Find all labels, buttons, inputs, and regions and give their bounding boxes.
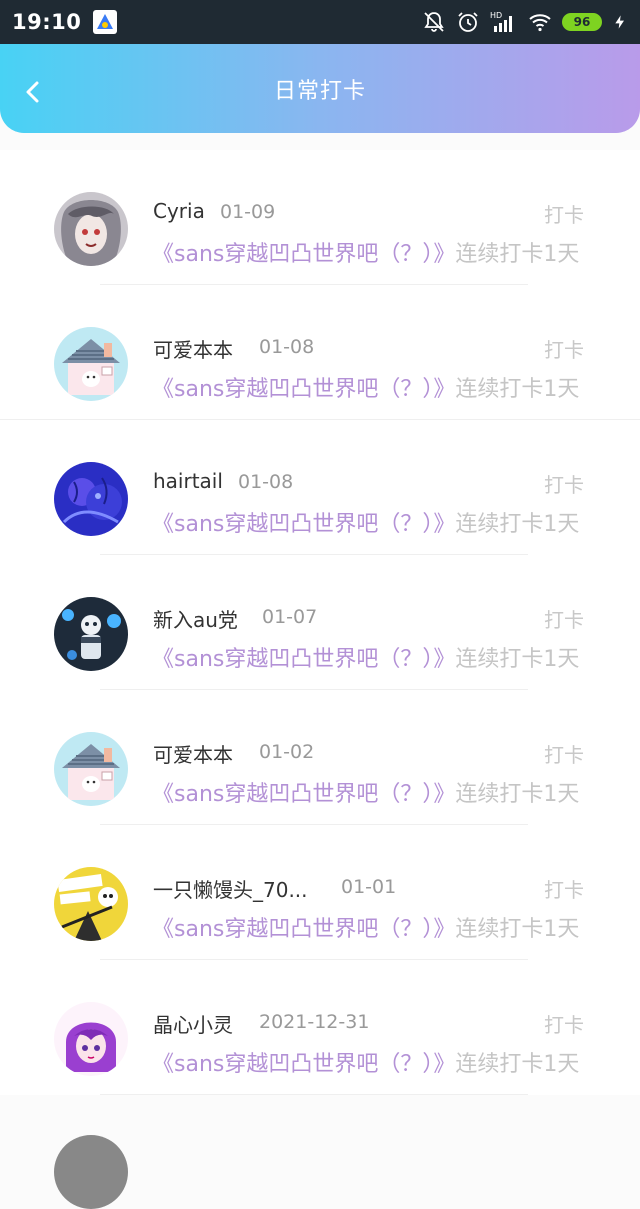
checkin-content: 《sans穿越凹凸世界吧（？）》连续打卡1天 [152,911,579,943]
checkin-content: 《sans穿越凹凸世界吧（？）》连续打卡1天 [152,776,579,808]
wifi-icon [529,14,551,32]
user-name[interactable]: 新入au党 [153,604,238,633]
streak-text: 连续打卡1天 [455,242,580,267]
status-icons: HD 96 [422,10,628,34]
user-name[interactable]: 可爱本本 [153,334,233,363]
topic-link[interactable]: 《sans穿越凹凸世界吧（？）》 [152,647,455,672]
page-header: 日常打卡 [0,44,640,133]
list-item[interactable]: 晶心小灵 2021-12-31 打卡 《sans穿越凹凸世界吧（？）》连续打卡1… [0,960,640,1095]
streak-text: 连续打卡1天 [455,917,580,942]
checkin-date: 01-08 [238,471,294,493]
checkin-content: 《sans穿越凹凸世界吧（？）》连续打卡1天 [152,506,579,538]
status-bar: 19:10 HD 96 [0,0,640,44]
checkin-list: Cyria 01-09 打卡 《sans穿越凹凸世界吧（？）》连续打卡1天 可爱… [0,150,640,1095]
topic-link[interactable]: 《sans穿越凹凸世界吧（？）》 [152,512,455,537]
checkin-date: 2021-12-31 [259,1011,370,1033]
app-badge-icon [93,10,118,34]
page-title: 日常打卡 [273,78,366,104]
battery-level: 96 [573,15,591,29]
streak-text: 连续打卡1天 [455,782,580,807]
list-item[interactable]: hairtail 01-08 打卡 《sans穿越凹凸世界吧（？）》连续打卡1天 [0,420,640,555]
topic-link[interactable]: 《sans穿越凹凸世界吧（？）》 [152,917,455,942]
user-name[interactable]: 一只懒馒头_70... [153,874,308,903]
charging-icon [615,15,624,29]
checkin-date: 01-08 [259,336,315,358]
checkin-action-label: 打卡 [544,608,584,632]
avatar[interactable] [54,462,128,536]
avatar[interactable] [54,1002,128,1076]
streak-text: 连续打卡1天 [455,512,580,537]
checkin-action-label: 打卡 [544,743,584,767]
topic-link[interactable]: 《sans穿越凹凸世界吧（？）》 [152,1052,455,1077]
topic-link[interactable]: 《sans穿越凹凸世界吧（？）》 [152,782,455,807]
checkin-date: 01-07 [262,606,318,628]
checkin-content: 《sans穿越凹凸世界吧（？）》连续打卡1天 [152,641,579,673]
battery-icon: 96 [562,13,602,31]
checkin-action-label: 打卡 [544,203,584,227]
topic-link[interactable]: 《sans穿越凹凸世界吧（？）》 [152,377,455,402]
list-item[interactable]: 可爱本本 01-08 打卡 《sans穿越凹凸世界吧（？）》连续打卡1天 [0,285,640,420]
avatar[interactable] [54,192,128,266]
checkin-date: 01-02 [259,741,315,763]
user-name[interactable]: 晶心小灵 [153,1009,233,1038]
checkin-action-label: 打卡 [544,338,584,362]
list-item[interactable]: 新入au党 01-07 打卡 《sans穿越凹凸世界吧（？）》连续打卡1天 [0,555,640,690]
checkin-action-label: 打卡 [544,1013,584,1037]
checkin-action-label: 打卡 [544,473,584,497]
status-time: 19:10 [12,10,82,34]
checkin-content: 《sans穿越凹凸世界吧（？）》连续打卡1天 [152,1046,579,1078]
avatar[interactable] [54,732,128,806]
streak-text: 连续打卡1天 [455,1052,580,1077]
back-button[interactable] [22,80,46,104]
streak-text: 连续打卡1天 [455,377,580,402]
signal-icon: HD [490,11,512,32]
checkin-date: 01-09 [220,201,276,223]
streak-text: 连续打卡1天 [455,647,580,672]
network-type-label: HD [490,11,502,20]
list-item[interactable]: 可爱本本 01-02 打卡 《sans穿越凹凸世界吧（？）》连续打卡1天 [0,690,640,825]
checkin-action-label: 打卡 [544,878,584,902]
list-item[interactable]: 一只懒馒头_70... 01-01 打卡 《sans穿越凹凸世界吧（？）》连续打… [0,825,640,960]
avatar[interactable] [54,1135,128,1209]
user-name[interactable]: 可爱本本 [153,739,233,768]
avatar[interactable] [54,327,128,401]
alarm-icon [458,12,478,32]
checkin-date: 01-01 [341,876,397,898]
list-item[interactable]: Cyria 01-09 打卡 《sans穿越凹凸世界吧（？）》连续打卡1天 [0,150,640,285]
avatar[interactable] [54,867,128,941]
checkin-content: 《sans穿越凹凸世界吧（？）》连续打卡1天 [152,236,579,268]
checkin-content: 《sans穿越凹凸世界吧（？）》连续打卡1天 [152,371,579,403]
avatar[interactable] [54,597,128,671]
user-name[interactable]: hairtail [153,469,223,493]
topic-link[interactable]: 《sans穿越凹凸世界吧（？）》 [152,242,455,267]
bell-muted-icon [424,12,444,32]
user-name[interactable]: Cyria [153,199,205,223]
divider [100,1094,528,1095]
